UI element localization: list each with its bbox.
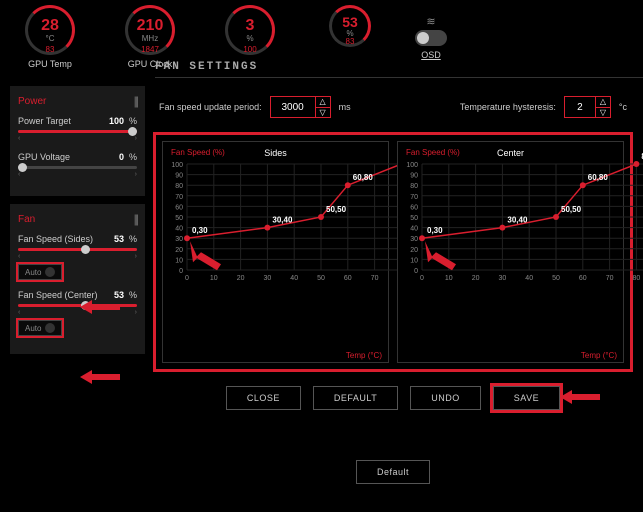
svg-text:10: 10 xyxy=(210,275,218,282)
svg-text:60: 60 xyxy=(175,204,183,211)
svg-text:90: 90 xyxy=(175,173,183,180)
svg-text:100: 100 xyxy=(171,162,183,169)
svg-text:50,50: 50,50 xyxy=(561,205,582,214)
update-period-label: Fan speed update period: xyxy=(159,102,262,112)
svg-text:0: 0 xyxy=(414,268,418,275)
fan-center-slider[interactable] xyxy=(18,304,137,307)
power-panel: Power||| Power Target100 % GPU Voltage0 … xyxy=(10,86,145,196)
close-button[interactable]: CLOSE xyxy=(226,386,301,410)
undo-button[interactable]: UNDO xyxy=(410,386,481,410)
svg-text:0: 0 xyxy=(179,268,183,275)
svg-text:50: 50 xyxy=(175,215,183,222)
svg-text:50,50: 50,50 xyxy=(326,205,347,214)
svg-text:20: 20 xyxy=(175,247,183,254)
update-period-input[interactable]: △▽ xyxy=(270,96,331,118)
svg-text:0,30: 0,30 xyxy=(427,226,443,235)
fan-sides-slider[interactable] xyxy=(18,248,137,251)
gauge-gpu-clock: 210MHz1847 GPU Clock xyxy=(115,5,185,69)
svg-text:70: 70 xyxy=(371,275,379,282)
sliders-icon[interactable]: ||| xyxy=(134,212,137,226)
step-up-icon[interactable]: △ xyxy=(316,97,330,108)
svg-text:80: 80 xyxy=(633,275,641,282)
svg-text:40: 40 xyxy=(175,226,183,233)
button-row: CLOSE DEFAULT UNDO SAVE xyxy=(153,386,633,410)
svg-text:50: 50 xyxy=(552,275,560,282)
svg-text:10: 10 xyxy=(410,257,418,264)
svg-text:30: 30 xyxy=(410,236,418,243)
svg-text:70: 70 xyxy=(606,275,614,282)
svg-text:50: 50 xyxy=(410,215,418,222)
fan-panel: Fan||| Fan Speed (Sides)53 % Auto Fan Sp… xyxy=(10,204,145,354)
svg-text:80: 80 xyxy=(410,183,418,190)
chart-center[interactable]: Fan Speed (%) Center 0102030405060708090… xyxy=(397,141,624,363)
svg-text:60: 60 xyxy=(410,204,418,211)
svg-text:0: 0 xyxy=(420,275,424,282)
gauge-fan: 53%83 xyxy=(315,5,385,51)
content: Fan speed update period: △▽ ms Temperatu… xyxy=(153,86,633,484)
power-title: Power xyxy=(18,96,46,107)
section-title: FAN SETTINGS xyxy=(155,59,643,78)
default-button[interactable]: DEFAULT xyxy=(313,386,398,410)
osd-toggle[interactable] xyxy=(415,30,447,46)
svg-text:100: 100 xyxy=(406,162,418,169)
step-down-icon[interactable]: ▽ xyxy=(596,108,610,118)
svg-text:40: 40 xyxy=(525,275,533,282)
svg-text:60: 60 xyxy=(579,275,587,282)
gpu-voltage-slider[interactable] xyxy=(18,166,137,169)
svg-text:20: 20 xyxy=(237,275,245,282)
svg-text:0: 0 xyxy=(185,275,189,282)
svg-text:70: 70 xyxy=(175,194,183,201)
svg-text:10: 10 xyxy=(175,257,183,264)
fan-title: Fan xyxy=(18,214,35,225)
save-button[interactable]: SAVE xyxy=(493,386,560,410)
svg-text:60: 60 xyxy=(344,275,352,282)
hysteresis-input[interactable]: △▽ xyxy=(564,96,611,118)
chart-sides[interactable]: Fan Speed (%) Sides 01020304050607080901… xyxy=(162,141,389,363)
svg-text:40: 40 xyxy=(290,275,298,282)
osd-label[interactable]: OSD xyxy=(415,50,447,60)
step-down-icon[interactable]: ▽ xyxy=(316,108,330,118)
svg-text:30: 30 xyxy=(175,236,183,243)
svg-text:30: 30 xyxy=(499,275,507,282)
footer-default-button[interactable]: Default xyxy=(356,460,430,484)
svg-text:20: 20 xyxy=(410,247,418,254)
svg-text:20: 20 xyxy=(472,275,480,282)
svg-text:30,40: 30,40 xyxy=(272,216,293,225)
sliders-icon[interactable]: ||| xyxy=(134,94,137,108)
svg-text:60,80: 60,80 xyxy=(353,173,374,182)
svg-text:30: 30 xyxy=(264,275,272,282)
svg-text:80: 80 xyxy=(175,183,183,190)
fan-sides-auto-button[interactable]: Auto xyxy=(18,264,62,280)
svg-text:0,30: 0,30 xyxy=(192,226,208,235)
hysteresis-label: Temperature hysteresis: xyxy=(460,102,556,112)
svg-text:70: 70 xyxy=(410,194,418,201)
step-up-icon[interactable]: △ xyxy=(596,97,610,108)
svg-text:30,40: 30,40 xyxy=(507,216,528,225)
power-target-slider[interactable] xyxy=(18,130,137,133)
fan-icon xyxy=(45,323,55,333)
gauge-usage: 3%100 xyxy=(215,5,285,59)
svg-text:10: 10 xyxy=(445,275,453,282)
sidebar: Power||| Power Target100 % GPU Voltage0 … xyxy=(10,86,145,484)
fan-curve-charts: Fan Speed (%) Sides 01020304050607080901… xyxy=(153,132,633,372)
heat-icon: ≋ xyxy=(415,15,447,28)
gauge-gpu-temp: 28°C83 GPU Temp xyxy=(15,5,85,69)
fan-icon xyxy=(45,267,55,277)
svg-text:40: 40 xyxy=(410,226,418,233)
svg-text:50: 50 xyxy=(317,275,325,282)
osd-toggle-block: ≋ OSD xyxy=(415,15,447,60)
fan-center-auto-button[interactable]: Auto xyxy=(18,320,62,336)
svg-text:90: 90 xyxy=(410,173,418,180)
svg-text:60,80: 60,80 xyxy=(588,173,609,182)
